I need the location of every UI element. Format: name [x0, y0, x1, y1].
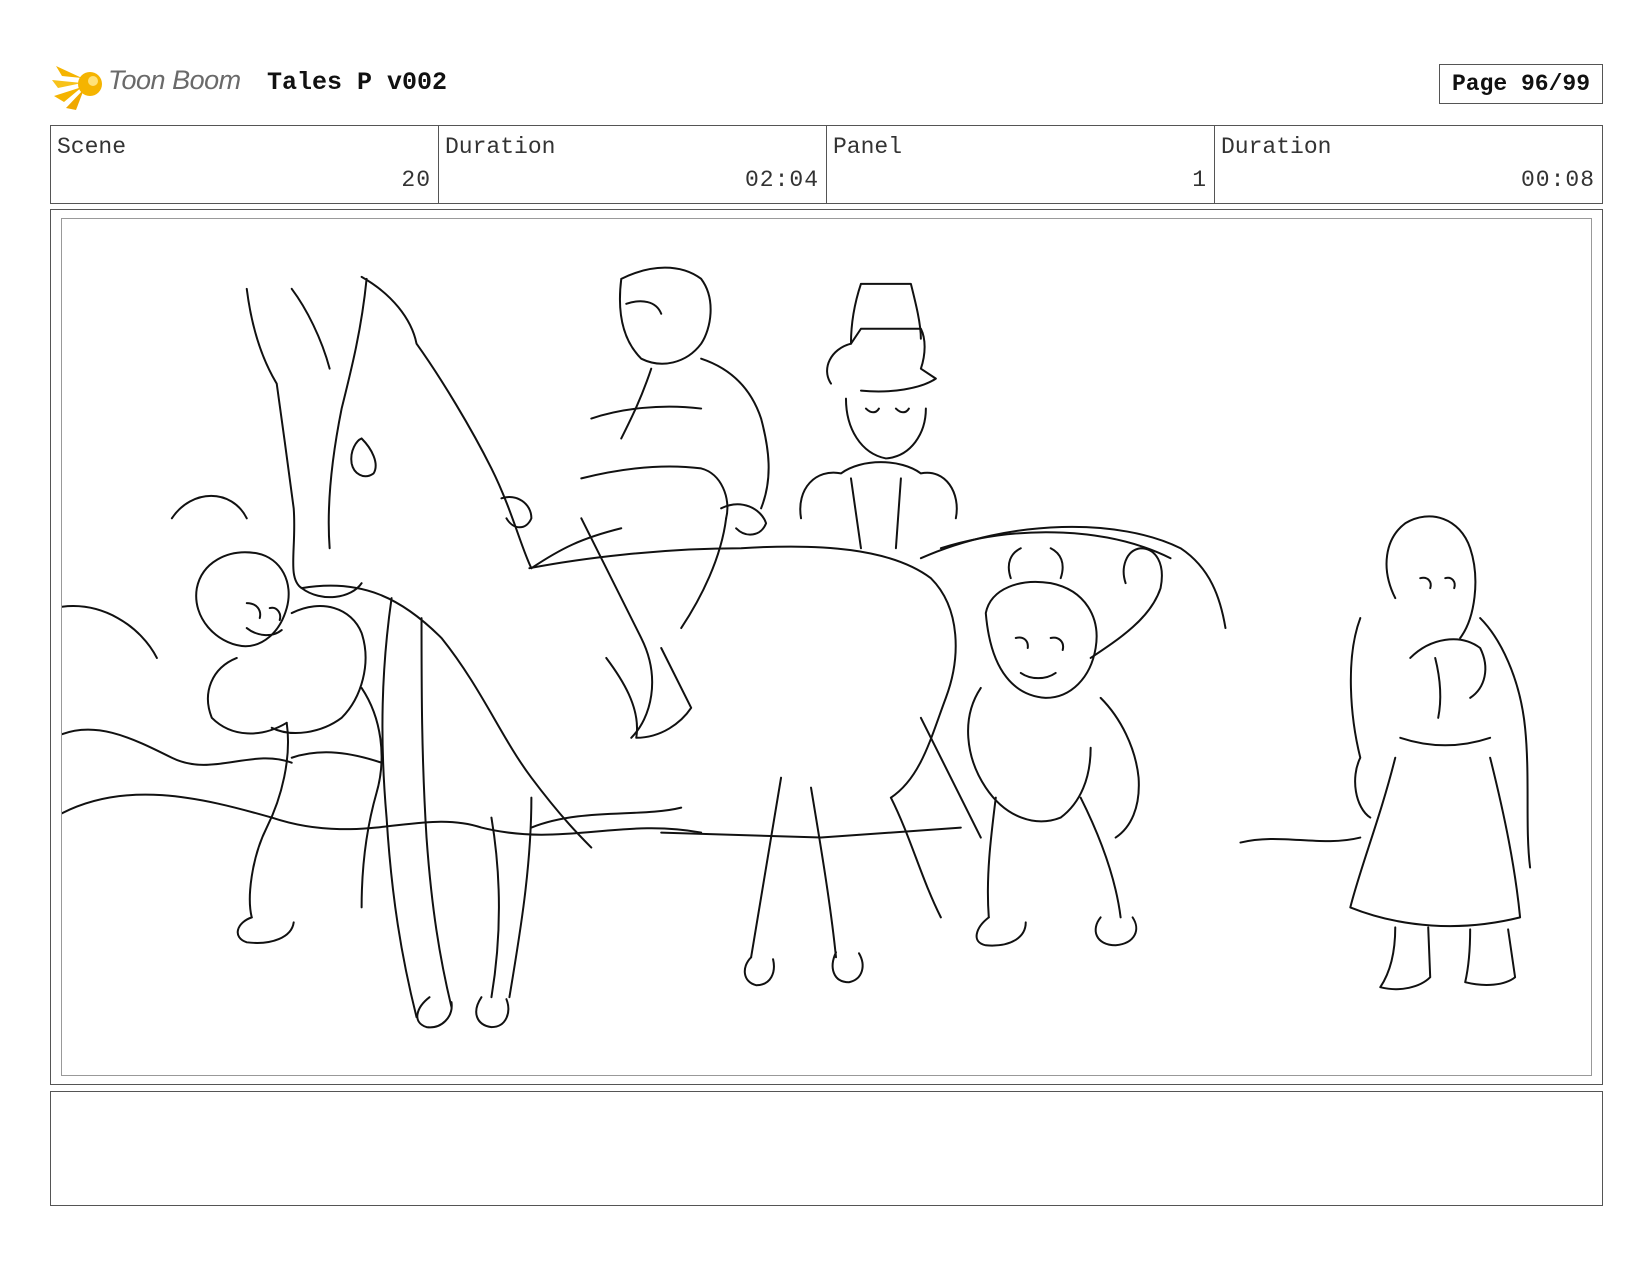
scene-duration-value: 02:04: [744, 167, 819, 193]
toon-boom-logo-icon: [52, 66, 102, 110]
info-row: Scene 20 Duration 02:04 Panel 1 Duration…: [50, 125, 1603, 204]
panel-duration-label: Duration: [1221, 134, 1332, 160]
panel-notes-box: [50, 1091, 1603, 1206]
scene-cell: Scene 20: [51, 126, 439, 203]
panel-label: Panel: [833, 134, 903, 160]
panel-value: 1: [1192, 167, 1207, 193]
scene-duration-label: Duration: [445, 134, 556, 160]
panel-cell: Panel 1: [827, 126, 1215, 203]
panel-frame: [50, 209, 1603, 1085]
panel-image: [61, 218, 1592, 1076]
scene-value: 20: [401, 167, 431, 193]
logo-text: Toon Boom: [108, 65, 241, 95]
project-title: Tales P v002: [267, 68, 448, 97]
storyboard-sketch: [62, 266, 1532, 1029]
page-number: Page 96/99: [1439, 64, 1603, 104]
panel-duration-value: 00:08: [1520, 167, 1595, 193]
toon-boom-logo: Toon Boom: [52, 56, 252, 112]
scene-duration-cell: Duration 02:04: [439, 126, 827, 203]
panel-duration-cell: Duration 00:08: [1215, 126, 1602, 203]
scene-label: Scene: [57, 134, 127, 160]
